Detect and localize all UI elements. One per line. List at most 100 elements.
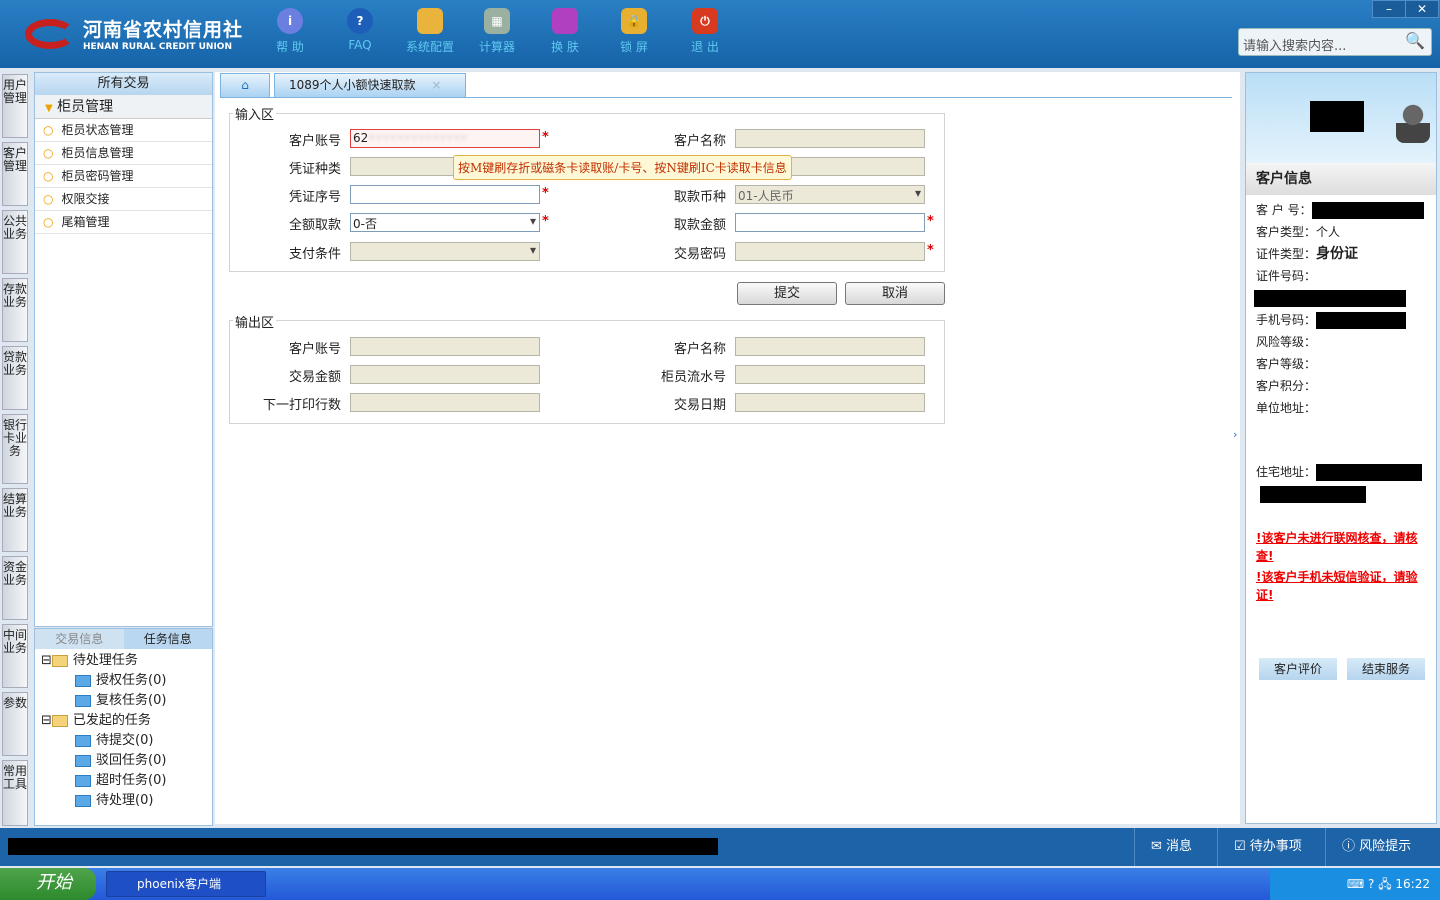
system-config-button[interactable]: 系统配置 xyxy=(400,8,460,55)
sb-label: 消息 xyxy=(1166,839,1193,854)
field-label: 手机号码： xyxy=(1256,313,1317,327)
tree-leaf[interactable]: 驳回任务(0) xyxy=(41,751,206,771)
logo-icon xyxy=(25,18,75,49)
tab-task-info[interactable]: 任务信息 xyxy=(123,629,212,649)
search-placeholder: 请输入搜索内容... xyxy=(1243,39,1347,54)
warning-sms-verify[interactable]: !该客户手机未短信验证，请验证! xyxy=(1246,568,1436,604)
alert-bubble-icon: ⓘ xyxy=(1342,839,1356,854)
taskbar-app-phoenix[interactable]: phoenix客户端 xyxy=(106,871,266,897)
vtab-intermediate[interactable]: 中间业务 xyxy=(2,624,28,688)
amount-input[interactable] xyxy=(735,213,925,232)
keyboard-icon[interactable]: ⌨ xyxy=(1347,877,1364,891)
out-account-label: 客户账号 xyxy=(288,342,341,357)
menu-item[interactable]: ○ 柜员信息管理 xyxy=(35,142,212,165)
folder-icon xyxy=(51,715,68,727)
menu-item[interactable]: ○ 柜员密码管理 xyxy=(35,165,212,188)
vtab-params[interactable]: 参数 xyxy=(2,692,28,756)
help-button[interactable]: i 帮 助 xyxy=(260,8,320,55)
tab-1089[interactable]: 1089个人小额快速取款 × xyxy=(274,73,466,97)
help-tray-icon[interactable]: ? xyxy=(1368,877,1374,891)
menu-item[interactable]: ○ 权限交接 xyxy=(35,188,212,211)
vtab-funds[interactable]: 资金业务 xyxy=(2,556,28,620)
phone-row: 手机号码： xyxy=(1246,309,1436,331)
account-value: 62 xyxy=(353,131,369,145)
messages-button[interactable]: ✉ 消息 xyxy=(1134,828,1217,866)
required-mark: * xyxy=(542,130,549,145)
folder-icon xyxy=(51,655,68,667)
tree-node-pending[interactable]: ⊟ 待处理任务 xyxy=(41,651,206,671)
home-address-row: 住宅地址： xyxy=(1246,461,1436,483)
customer-evaluation-button[interactable]: 客户评价 xyxy=(1259,658,1337,680)
tree-leaf[interactable]: 待提交(0) xyxy=(41,731,206,751)
customer-info-title: 客户信息 xyxy=(1246,163,1436,195)
tree-leaf[interactable]: 待处理(0) xyxy=(41,791,206,811)
start-button[interactable]: 开始 xyxy=(0,868,96,900)
todo-button[interactable]: ☑ 待办事项 xyxy=(1217,828,1325,866)
warning-network-check[interactable]: !该客户未进行联网核查，请核查! xyxy=(1246,529,1436,565)
menu-group-teller[interactable]: ▼ 柜员管理 xyxy=(35,95,212,119)
submit-button[interactable]: 提交 xyxy=(737,282,837,305)
currency-select[interactable]: 01-人民币 xyxy=(735,185,925,204)
exit-button[interactable]: ⏻ 退 出 xyxy=(675,8,735,55)
input-area-legend: 输入区 xyxy=(233,104,277,123)
tree-node-initiated[interactable]: ⊟ 已发起的任务 xyxy=(41,711,206,731)
vtab-deposit[interactable]: 存款业务 xyxy=(2,278,28,342)
menu-item[interactable]: ○ 尾箱管理 xyxy=(35,211,212,234)
folder-icon xyxy=(75,755,91,767)
voucher-no-input[interactable] xyxy=(350,185,540,204)
node-label: 已发起的任务 xyxy=(72,713,151,728)
node-label: 待提交(0) xyxy=(96,733,154,748)
vtab-loan[interactable]: 贷款业务 xyxy=(2,346,28,410)
lock-screen-button[interactable]: 🔒 锁 屏 xyxy=(604,8,664,55)
tab-close-icon[interactable]: × xyxy=(431,78,441,92)
logo: 河南省农村信用社 HENAN RURAL CREDIT UNION xyxy=(25,15,243,52)
vtab-user[interactable]: 用户管理 xyxy=(2,74,28,138)
vtab-tools[interactable]: 常用工具 xyxy=(2,760,28,826)
tab-transaction-info[interactable]: 交易信息 xyxy=(35,629,124,649)
required-mark: * xyxy=(927,214,934,229)
vtab-public[interactable]: 公共业务 xyxy=(2,210,28,274)
envelope-icon: ✉ xyxy=(1151,839,1162,854)
tab-label: 1089个人小额快速取款 xyxy=(289,78,416,92)
id-no-row: 证件号码： xyxy=(1246,265,1436,287)
tool-label: 帮 助 xyxy=(276,40,304,54)
close-button[interactable]: ✕ xyxy=(1405,0,1439,18)
vtab-settlement[interactable]: 结算业务 xyxy=(2,488,28,552)
account-input[interactable]: 62•••••••••••••• xyxy=(350,129,540,148)
minimize-button[interactable]: – xyxy=(1372,0,1406,18)
menu-item-label: 权限交接 xyxy=(61,192,110,206)
risk-alert-button[interactable]: ⓘ 风险提示 xyxy=(1325,828,1440,866)
menu-item-label: 柜员状态管理 xyxy=(61,123,134,137)
full-withdraw-select[interactable]: 0-否 xyxy=(350,213,540,232)
tree-leaf[interactable]: 复核任务(0) xyxy=(41,691,206,711)
network-icon[interactable]: 🖧 xyxy=(1378,877,1391,891)
faq-button[interactable]: ? FAQ xyxy=(330,8,390,52)
currency-value: 01-人民币 xyxy=(738,189,794,203)
currency-label: 取款币种 xyxy=(673,190,726,205)
search-input[interactable]: 请输入搜索内容... 🔍 xyxy=(1238,28,1432,56)
checkbox-icon: ☑ xyxy=(1234,839,1246,854)
menu-item-label: 尾箱管理 xyxy=(61,215,110,229)
field-label: 客户等级： xyxy=(1256,357,1317,371)
out-name-label: 客户名称 xyxy=(673,342,726,357)
search-icon[interactable]: 🔍 xyxy=(1405,31,1425,50)
node-label: 待处理(0) xyxy=(96,793,154,808)
tree-leaf[interactable]: 授权任务(0) xyxy=(41,671,206,691)
tree-leaf[interactable]: 超时任务(0) xyxy=(41,771,206,791)
question-icon: ? xyxy=(347,8,373,34)
menu-item[interactable]: ○ 柜员状态管理 xyxy=(35,119,212,142)
collapse-handle[interactable]: › xyxy=(1233,428,1240,468)
calculator-button[interactable]: ▦ 计算器 xyxy=(467,8,527,55)
cancel-button[interactable]: 取消 xyxy=(845,282,945,305)
end-service-button[interactable]: 结束服务 xyxy=(1347,658,1425,680)
bullet-icon: ○ xyxy=(43,215,54,229)
vtab-customer[interactable]: 客户管理 xyxy=(2,142,28,206)
skin-button[interactable]: 换 肤 xyxy=(535,8,595,55)
name-input[interactable] xyxy=(735,129,925,148)
password-input[interactable] xyxy=(735,242,925,261)
pay-condition-select[interactable] xyxy=(350,242,540,261)
points-row: 客户积分： xyxy=(1246,375,1436,397)
home-tab[interactable]: ⌂ xyxy=(220,73,270,97)
field-label: 证件类型： xyxy=(1256,247,1317,261)
vtab-card[interactable]: 银行卡业务 xyxy=(2,414,28,484)
